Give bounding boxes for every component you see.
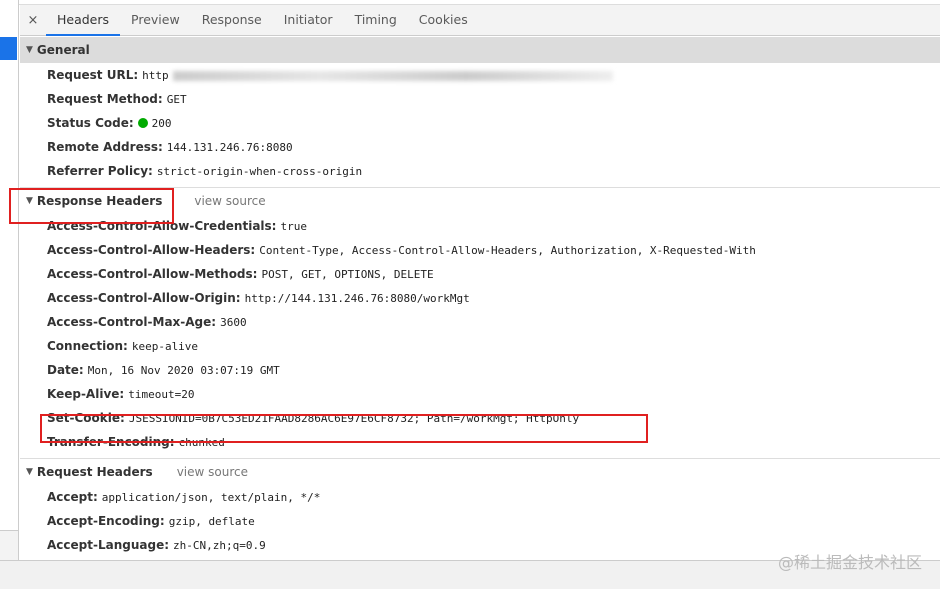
header-row: Remote Address: 144.131.246.76:8080 [20, 135, 940, 159]
tab-initiator[interactable]: Initiator [273, 5, 344, 36]
header-value: http [142, 69, 169, 82]
header-key: Access-Control-Max-Age: [47, 315, 217, 329]
header-value: strict-origin-when-cross-origin [156, 165, 363, 178]
triangle-down-icon: ▼ [26, 45, 33, 55]
header-row: Connection: keep-alive [20, 334, 940, 358]
header-row: Access-Control-Allow-Methods: POST, GET, … [20, 262, 940, 286]
section-title: Request Headers [36, 465, 153, 479]
detail-tabs: × Headers Preview Response Initiator Tim… [20, 5, 940, 36]
header-value: gzip, deflate [168, 515, 255, 528]
request-list-pane[interactable] [0, 0, 19, 560]
header-value: POST, GET, OPTIONS, DELETE [261, 268, 434, 281]
header-value: keep-alive [131, 340, 199, 353]
header-key: Accept: [47, 490, 98, 504]
header-value: 200 [151, 117, 172, 130]
header-key: Remote Address: [47, 140, 163, 154]
watermark: @稀土掘金技术社区 [777, 553, 922, 572]
header-row: Access-Control-Max-Age: 3600 [20, 310, 940, 334]
header-key: Referrer Policy: [47, 164, 153, 178]
header-row: Accept-Encoding: gzip, deflate [20, 509, 940, 533]
header-value: 144.131.246.76:8080 [166, 141, 293, 154]
triangle-down-icon: ▼ [26, 467, 33, 477]
view-source-link[interactable]: view source [177, 465, 248, 479]
general-section-header[interactable]: ▼ General [20, 37, 940, 63]
header-row: Access-Control-Allow-Origin: http://144.1… [20, 286, 940, 310]
request-headers-list: Accept: application/json, text/plain, */*… [20, 485, 940, 557]
header-key: Keep-Alive: [47, 387, 125, 401]
tab-timing[interactable]: Timing [344, 5, 408, 36]
header-row: Accept: application/json, text/plain, */* [20, 485, 940, 509]
header-value: GET [166, 93, 187, 106]
header-row: Access-Control-Allow-Headers: Content-Typ… [20, 238, 940, 262]
redacted-url [172, 70, 613, 81]
header-value: Mon, 16 Nov 2020 03:07:19 GMT [87, 364, 280, 377]
header-value: 3600 [220, 316, 247, 329]
status-ok-icon [137, 118, 148, 128]
header-key: Connection: [47, 339, 128, 353]
highlight-box [9, 188, 174, 224]
header-row: Request Method: GET [20, 87, 940, 111]
header-row: Keep-Alive: timeout=20 [20, 382, 940, 406]
headers-panel: ▼ General Request URL: http Request Method… [20, 37, 940, 560]
header-row: Request URL: http [20, 63, 940, 87]
section-title: General [36, 43, 90, 57]
header-value: timeout=20 [128, 388, 195, 401]
tab-response[interactable]: Response [191, 5, 273, 36]
header-key: Access-Control-Allow-Origin: [47, 291, 241, 305]
header-value: true [280, 220, 307, 233]
header-key: Date: [47, 363, 84, 377]
header-value: Content-Type, Access-Control-Allow-Heade… [259, 244, 756, 257]
header-key: Status Code: [47, 116, 134, 130]
close-icon[interactable]: × [20, 13, 46, 28]
tab-headers[interactable]: Headers [46, 5, 121, 36]
header-key: Access-Control-Allow-Methods: [47, 267, 258, 281]
tab-preview[interactable]: Preview [120, 5, 191, 36]
list-footer [0, 530, 18, 560]
header-key: Request Method: [47, 92, 163, 106]
header-key: Access-Control-Allow-Headers: [47, 243, 256, 257]
header-row: Status Code: 200 [20, 111, 940, 135]
header-key: Accept-Language: [47, 538, 170, 552]
header-row: Date: Mon, 16 Nov 2020 03:07:19 GMT [20, 358, 940, 382]
header-value: zh-CN,zh;q=0.9 [173, 539, 266, 552]
highlight-box [40, 414, 648, 443]
selected-request[interactable] [0, 37, 17, 60]
view-source-link[interactable]: view source [194, 194, 265, 208]
header-key: Request URL: [47, 68, 139, 82]
header-value: application/json, text/plain, */* [101, 491, 321, 504]
header-row: Referrer Policy: strict-origin-when-cross… [20, 159, 940, 183]
header-value: http://144.131.246.76:8080/workMgt [244, 292, 470, 305]
tab-cookies[interactable]: Cookies [408, 5, 479, 36]
request-headers-section-header[interactable]: ▼ Request Headers view source [20, 459, 940, 485]
header-key: Accept-Encoding: [47, 514, 165, 528]
